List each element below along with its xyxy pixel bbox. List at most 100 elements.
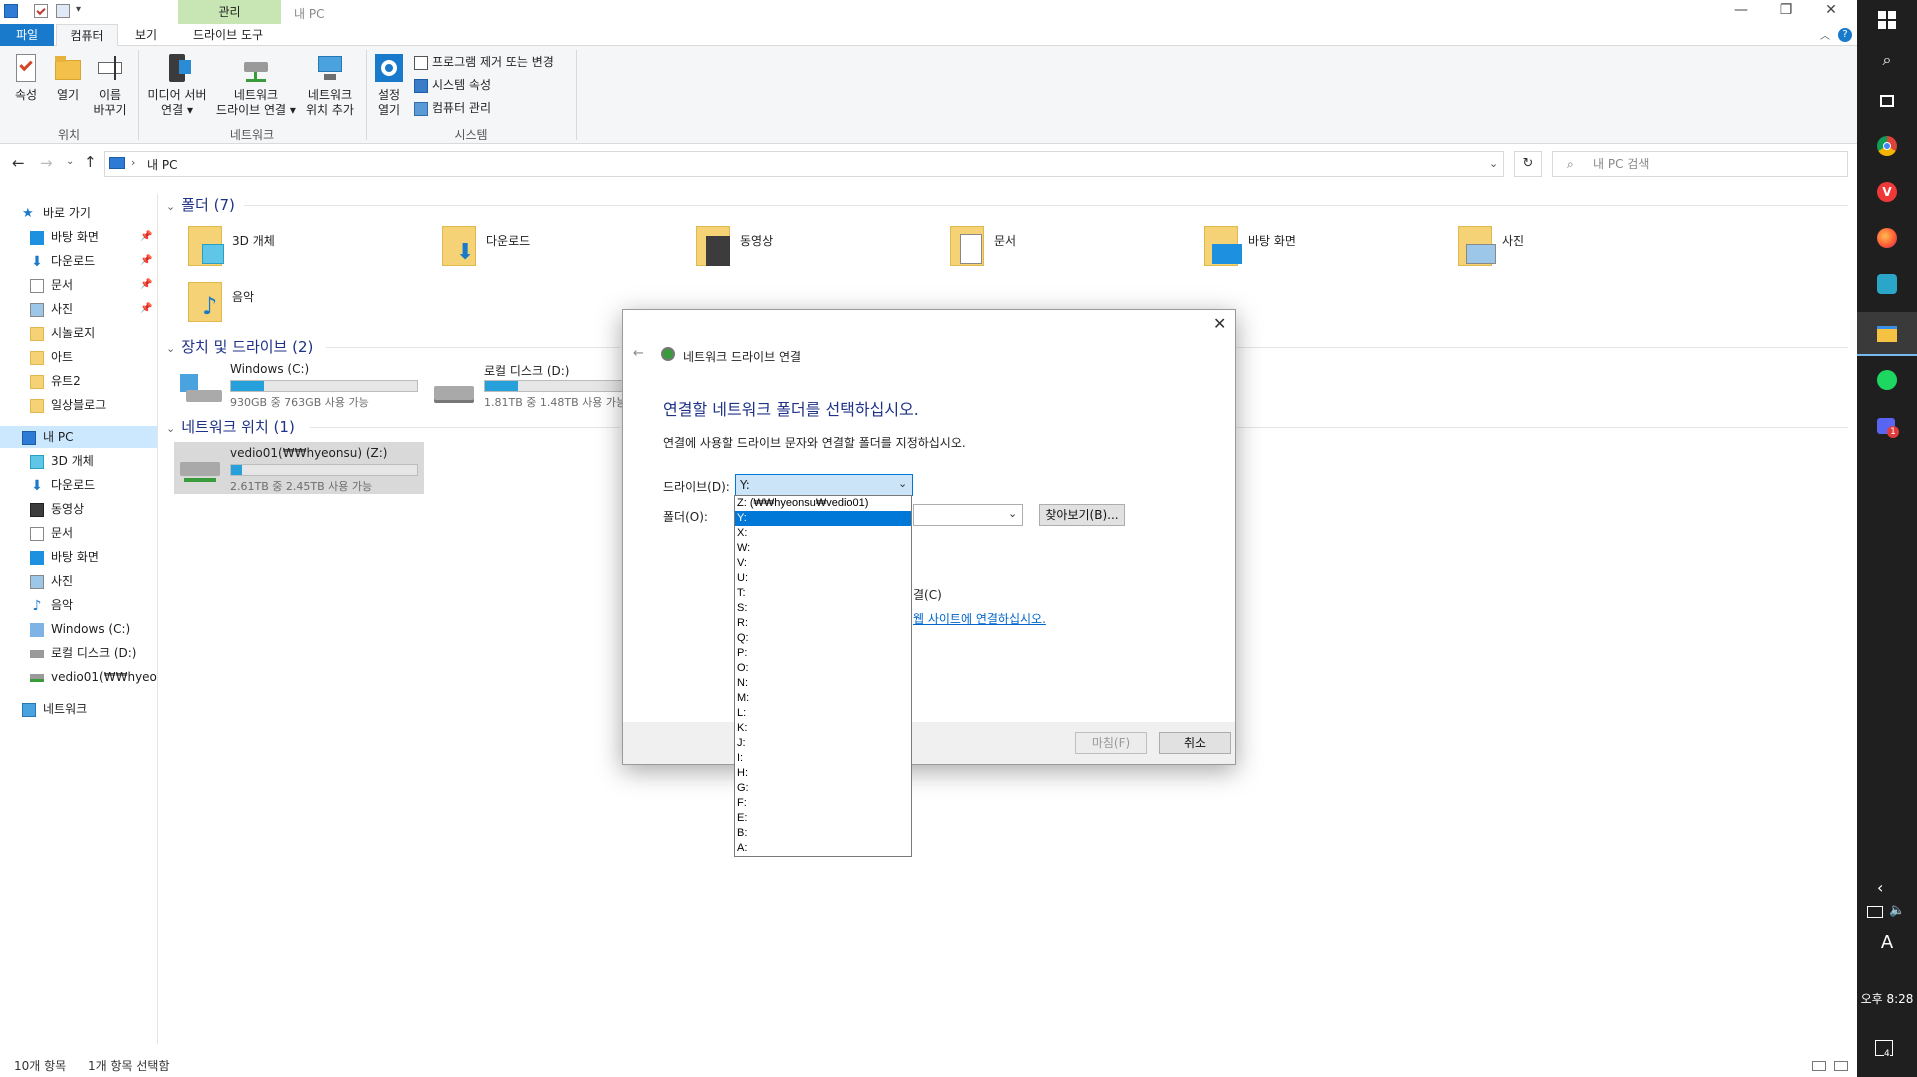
open-button[interactable]: 열기 bbox=[50, 52, 86, 103]
vivaldi-icon[interactable]: V bbox=[1875, 180, 1899, 204]
nav-item-folder[interactable]: 일상블로그 bbox=[30, 394, 106, 416]
drive-letter-option[interactable]: Q: bbox=[735, 631, 911, 646]
documents-folder-icon[interactable] bbox=[948, 222, 998, 268]
drive-letter-option[interactable]: P: bbox=[735, 646, 911, 661]
website-link[interactable]: 웹 사이트에 연결하십시오. bbox=[913, 610, 1046, 627]
nav-item-drive-c[interactable]: Windows (C:) bbox=[30, 618, 130, 640]
drive-letter-option[interactable]: W: bbox=[735, 541, 911, 556]
spotify-icon[interactable] bbox=[1875, 368, 1899, 392]
drive-letter-option[interactable]: E: bbox=[735, 811, 911, 826]
new-folder-icon[interactable] bbox=[56, 4, 70, 18]
folder-label-pictures[interactable]: 사진 bbox=[1502, 232, 1524, 249]
drives-section-header[interactable]: ⌄ 장치 및 드라이브 (2) bbox=[166, 336, 313, 358]
nav-item-network-drive[interactable]: vedio01(₩₩hyeons bbox=[30, 666, 157, 688]
nav-item-documents[interactable]: 문서 bbox=[30, 274, 73, 296]
nav-item-documents[interactable]: 문서 bbox=[30, 522, 73, 544]
pin-icon[interactable]: 📌 bbox=[140, 255, 152, 266]
3d-objects-folder-icon[interactable] bbox=[186, 222, 236, 268]
uninstall-program-button[interactable]: 프로그램 제거 또는 변경 bbox=[414, 52, 554, 72]
drive-c-name[interactable]: Windows (C:) bbox=[230, 362, 309, 376]
nav-item-desktop[interactable]: 바탕 화면 bbox=[30, 546, 99, 568]
close-button[interactable]: ✕ bbox=[1816, 2, 1846, 18]
drive-letter-option[interactable]: Y: bbox=[735, 511, 911, 526]
drive-letter-option[interactable]: Z: (₩₩hyeonsu₩vedio01) bbox=[735, 496, 911, 511]
details-view-icon[interactable] bbox=[1812, 1061, 1826, 1071]
drive-letter-option[interactable]: T: bbox=[735, 586, 911, 601]
drive-letter-select[interactable]: Y: ⌄ bbox=[735, 474, 913, 496]
nav-item-drive-d[interactable]: 로컬 디스크 (D:) bbox=[30, 642, 136, 664]
search-icon[interactable]: ⌕ bbox=[1875, 50, 1899, 74]
tab-drive-tools[interactable]: 드라이브 도구 bbox=[180, 24, 276, 46]
network-drive-tile[interactable]: vedio01(₩₩hyeonsu) (Z:) 2.61TB 중 2.45TB … bbox=[174, 442, 424, 494]
refresh-icon[interactable]: ↻ bbox=[1514, 151, 1542, 177]
drive-letter-option[interactable]: R: bbox=[735, 616, 911, 631]
nav-item-desktop[interactable]: 바탕 화면 bbox=[30, 226, 99, 248]
network-status-icon[interactable] bbox=[1867, 906, 1883, 918]
pin-icon[interactable]: 📌 bbox=[140, 279, 152, 290]
folder-label-videos[interactable]: 동영상 bbox=[740, 232, 773, 249]
customize-quick-access-icon[interactable]: ▾ bbox=[76, 4, 81, 15]
folder-label-desktop[interactable]: 바탕 화면 bbox=[1248, 232, 1296, 249]
nav-network[interactable]: 네트워크 bbox=[22, 698, 87, 720]
search-input[interactable]: ⌕ 내 PC 검색 bbox=[1552, 151, 1848, 177]
nav-item-downloads[interactable]: ⬇ 다운로드 bbox=[30, 250, 95, 272]
tab-file[interactable]: 파일 bbox=[0, 24, 54, 46]
volume-icon[interactable]: 🔈 bbox=[1889, 903, 1905, 918]
rename-button[interactable]: 이름 바꾸기 bbox=[88, 52, 132, 118]
clock[interactable]: 오후 8:28 bbox=[1857, 990, 1917, 1007]
downloads-folder-icon[interactable]: ⬇ bbox=[440, 222, 490, 268]
recent-locations-chevron-icon[interactable]: ⌄ bbox=[66, 156, 74, 167]
finish-button[interactable]: 마침(F) bbox=[1075, 732, 1147, 754]
drive-letter-option[interactable]: U: bbox=[735, 571, 911, 586]
help-icon[interactable]: ? bbox=[1838, 28, 1852, 42]
hard-drive-icon[interactable] bbox=[434, 380, 478, 410]
drive-letter-option[interactable]: O: bbox=[735, 661, 911, 676]
open-settings-button[interactable]: 설정 열기 bbox=[370, 52, 408, 118]
drive-letter-option[interactable]: M: bbox=[735, 691, 911, 706]
drive-letter-option[interactable]: X: bbox=[735, 526, 911, 541]
network-locations-header[interactable]: ⌄ 네트워크 위치 (1) bbox=[166, 416, 295, 438]
minimize-button[interactable]: — bbox=[1726, 2, 1756, 18]
drive-letter-option[interactable]: L: bbox=[735, 706, 911, 721]
ime-indicator[interactable]: A bbox=[1857, 932, 1917, 953]
collapse-ribbon-icon[interactable]: ︿ bbox=[1820, 27, 1830, 42]
forward-arrow-icon[interactable]: → bbox=[40, 154, 53, 172]
drive-letter-option[interactable]: H: bbox=[735, 766, 911, 781]
drive-letter-option[interactable]: J: bbox=[735, 736, 911, 751]
drive-letter-option[interactable]: A: bbox=[735, 841, 911, 856]
properties-icon[interactable] bbox=[34, 4, 48, 18]
map-network-drive-button[interactable]: 네트워크 드라이브 연결 ▾ bbox=[214, 52, 298, 118]
dialog-back-arrow-icon[interactable]: ← bbox=[633, 346, 644, 361]
maximize-button[interactable]: ❐ bbox=[1771, 2, 1801, 18]
drive-letter-option[interactable]: I: bbox=[735, 751, 911, 766]
drive-letter-option[interactable]: B: bbox=[735, 826, 911, 841]
folder-path-input[interactable]: ⌄ bbox=[913, 504, 1023, 526]
large-icons-view-icon[interactable] bbox=[1834, 1061, 1848, 1071]
drive-d-name[interactable]: 로컬 디스크 (D:) bbox=[484, 362, 569, 379]
nav-item-videos[interactable]: 동영상 bbox=[30, 498, 84, 520]
tab-view[interactable]: 보기 bbox=[120, 24, 172, 46]
back-arrow-icon[interactable]: ← bbox=[12, 154, 25, 172]
pin-icon[interactable]: 📌 bbox=[140, 231, 152, 242]
chat-app-icon[interactable]: 1 bbox=[1875, 414, 1899, 438]
folder-label-music[interactable]: 음악 bbox=[232, 288, 254, 305]
nav-item-downloads[interactable]: ⬇ 다운로드 bbox=[30, 474, 95, 496]
computer-management-button[interactable]: 컴퓨터 관리 bbox=[414, 98, 491, 118]
music-folder-icon[interactable]: ♪ bbox=[186, 278, 236, 324]
manage-context-tab[interactable]: 관리 bbox=[178, 0, 281, 24]
nav-item-music[interactable]: ♪ 음악 bbox=[30, 594, 74, 616]
nav-item-3d-objects[interactable]: 3D 개체 bbox=[30, 450, 94, 472]
nav-this-pc[interactable]: 내 PC bbox=[0, 426, 157, 448]
nav-item-folder[interactable]: 시놀로지 bbox=[30, 322, 95, 344]
pin-icon[interactable]: 📌 bbox=[140, 303, 152, 314]
up-arrow-icon[interactable]: ↑ bbox=[84, 153, 97, 171]
nav-item-folder[interactable]: 유트2 bbox=[30, 370, 81, 392]
drive-letter-option[interactable]: V: bbox=[735, 556, 911, 571]
folders-section-header[interactable]: ⌄ 폴더 (7) bbox=[166, 194, 235, 216]
drive-letter-option[interactable]: G: bbox=[735, 781, 911, 796]
cancel-button[interactable]: 취소 bbox=[1159, 732, 1231, 754]
tab-computer[interactable]: 컴퓨터 bbox=[56, 24, 118, 46]
add-network-location-button[interactable]: 네트워크 위치 추가 bbox=[300, 52, 360, 118]
properties-button[interactable]: 속성 bbox=[8, 52, 44, 103]
chrome-icon[interactable] bbox=[1875, 134, 1899, 158]
